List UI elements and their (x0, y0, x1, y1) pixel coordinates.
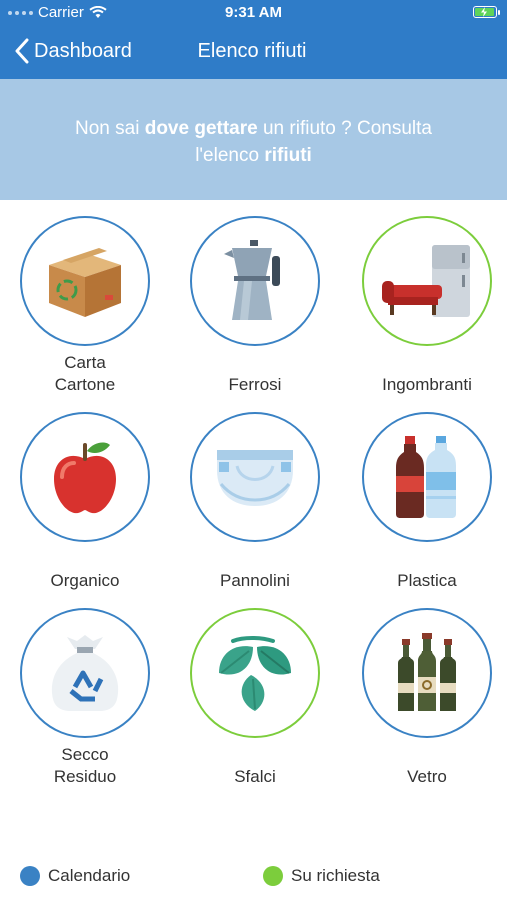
info-banner: Non sai dove gettare un rifiuto ? Consul… (0, 79, 507, 200)
legend-dot-blue (20, 866, 40, 886)
category-ring (20, 216, 150, 346)
category-label: Ingombranti (382, 375, 472, 394)
diaper-icon (217, 450, 293, 506)
category-ring (190, 412, 320, 542)
legend-label: Su richiesta (291, 866, 380, 885)
category-label: Ferrosi (228, 375, 282, 394)
category-ring (190, 216, 320, 346)
category-label: Vetro (407, 767, 447, 786)
category-pannolini[interactable]: Pannolini (170, 396, 340, 590)
category-sfalci[interactable]: Sfalci (170, 592, 340, 786)
battery-icon (473, 6, 500, 18)
legend-su-richiesta: Su richiesta (263, 866, 380, 886)
banner-line-2: l'elenco rifiuti (195, 145, 312, 166)
category-label: Carta Cartone (54, 353, 116, 394)
glass-bottles-icon (398, 633, 456, 711)
category-ingombranti[interactable]: Ingombranti (342, 200, 507, 394)
category-ring (190, 608, 320, 738)
legend-dot-green (263, 866, 283, 886)
plastic-bottles-icon (396, 436, 456, 518)
banner-line-1: Non sai dove gettare un rifiuto ? Consul… (75, 118, 432, 139)
category-label: Sfalci (234, 767, 276, 786)
nav-bar: Dashboard Elenco rifiuti (0, 26, 507, 79)
sofa-fridge-icon (382, 245, 470, 317)
category-ring (20, 412, 150, 542)
trash-bag-icon (51, 635, 119, 711)
category-ring (20, 608, 150, 738)
leaves-icon (219, 636, 291, 711)
apple-icon (54, 442, 116, 514)
page-title: Elenco rifiuti (197, 40, 307, 62)
category-ferrosi[interactable]: Ferrosi (170, 200, 340, 394)
cardboard-box-icon (49, 248, 121, 317)
category-carta-cartone[interactable]: Carta Cartone (0, 200, 170, 394)
category-label: Organico (50, 571, 120, 590)
category-vetro[interactable]: Vetro (342, 592, 507, 786)
category-label: Secco Residuo (53, 745, 117, 786)
category-secco-residuo[interactable]: Secco Residuo (0, 592, 170, 786)
category-ring (362, 608, 492, 738)
category-organico[interactable]: Organico (0, 396, 170, 590)
legend-label: Calendario (48, 866, 131, 885)
category-plastica[interactable]: Plastica (342, 396, 507, 590)
category-ring (362, 216, 492, 346)
legend-calendario: Calendario (20, 866, 130, 886)
status-time: 9:31 AM (225, 4, 282, 21)
status-bar: Carrier 9:31 AM (0, 0, 507, 26)
category-label: Plastica (397, 571, 457, 590)
moka-pot-icon (224, 240, 280, 320)
category-label: Pannolini (220, 571, 290, 590)
category-ring (362, 412, 492, 542)
